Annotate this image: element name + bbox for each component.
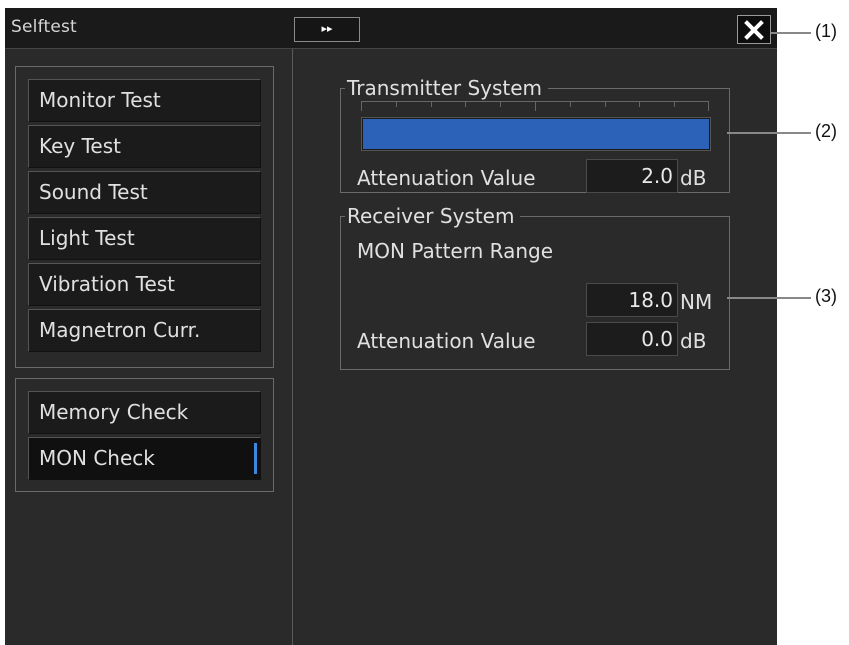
selftest-window: Selftest ▸▸ Monitor Test Key Test Sound … bbox=[5, 8, 777, 645]
scale-tick bbox=[465, 101, 466, 107]
memory-check-button[interactable]: Memory Check bbox=[28, 391, 261, 434]
level-scale bbox=[361, 101, 709, 113]
transmitter-attenuation-unit: dB bbox=[680, 166, 707, 190]
panel-divider bbox=[292, 49, 293, 645]
transmitter-level-fill bbox=[363, 119, 709, 149]
receiver-system-panel: Receiver System MON Pattern Range 18.0 N… bbox=[340, 204, 730, 370]
receiver-attenuation-unit: dB bbox=[680, 329, 707, 353]
scale-tick bbox=[674, 101, 675, 107]
receiver-attenuation-value: 0.0 bbox=[586, 322, 678, 356]
mon-check-button[interactable]: MON Check bbox=[28, 437, 261, 480]
close-button[interactable] bbox=[737, 15, 771, 44]
magnetron-curr-button[interactable]: Magnetron Curr. bbox=[28, 309, 261, 352]
callout-1: (1) bbox=[815, 21, 837, 41]
check-menu-group: Memory Check MON Check bbox=[15, 378, 274, 492]
callout-line-1 bbox=[771, 32, 811, 34]
transmitter-attenuation-label: Attenuation Value bbox=[357, 166, 536, 190]
key-test-button[interactable]: Key Test bbox=[28, 125, 261, 168]
mon-pattern-range-value: 18.0 bbox=[586, 283, 678, 317]
transmitter-system-panel: Transmitter System Attenuation Value 2.0… bbox=[340, 76, 730, 193]
fast-forward-icon: ▸▸ bbox=[321, 22, 333, 35]
transmitter-system-title: Transmitter System bbox=[345, 76, 549, 100]
scale-tick bbox=[535, 101, 536, 111]
scale-tick bbox=[639, 101, 640, 107]
callout-line-3 bbox=[727, 297, 811, 299]
receiver-system-title: Receiver System bbox=[345, 204, 521, 228]
callout-2: (2) bbox=[815, 121, 837, 141]
mon-pattern-range-unit: NM bbox=[680, 290, 713, 314]
scale-tick bbox=[396, 101, 397, 107]
scale-tick bbox=[431, 101, 432, 107]
vibration-test-button[interactable]: Vibration Test bbox=[28, 263, 261, 306]
transmitter-attenuation-value: 2.0 bbox=[586, 159, 678, 193]
scale-tick bbox=[500, 101, 501, 107]
mon-check-label: MON Check bbox=[39, 446, 155, 470]
callout-line-2 bbox=[727, 132, 811, 134]
mon-pattern-range-label: MON Pattern Range bbox=[357, 239, 554, 263]
sound-test-button[interactable]: Sound Test bbox=[28, 171, 261, 214]
receiver-attenuation-label: Attenuation Value bbox=[357, 329, 536, 353]
window-title: Selftest bbox=[11, 17, 77, 37]
callout-3: (3) bbox=[815, 286, 837, 306]
close-icon bbox=[744, 20, 764, 40]
monitor-test-button[interactable]: Monitor Test bbox=[28, 79, 261, 122]
title-bar: Selftest ▸▸ bbox=[5, 8, 777, 49]
light-test-button[interactable]: Light Test bbox=[28, 217, 261, 260]
scale-tick bbox=[361, 101, 362, 111]
expand-button[interactable]: ▸▸ bbox=[294, 17, 360, 42]
scale-tick bbox=[708, 101, 709, 111]
scale-tick bbox=[570, 101, 571, 107]
transmitter-level-bar bbox=[361, 117, 711, 151]
test-menu-group: Monitor Test Key Test Sound Test Light T… bbox=[15, 66, 274, 368]
scale-tick bbox=[605, 101, 606, 107]
selection-indicator bbox=[254, 443, 257, 474]
